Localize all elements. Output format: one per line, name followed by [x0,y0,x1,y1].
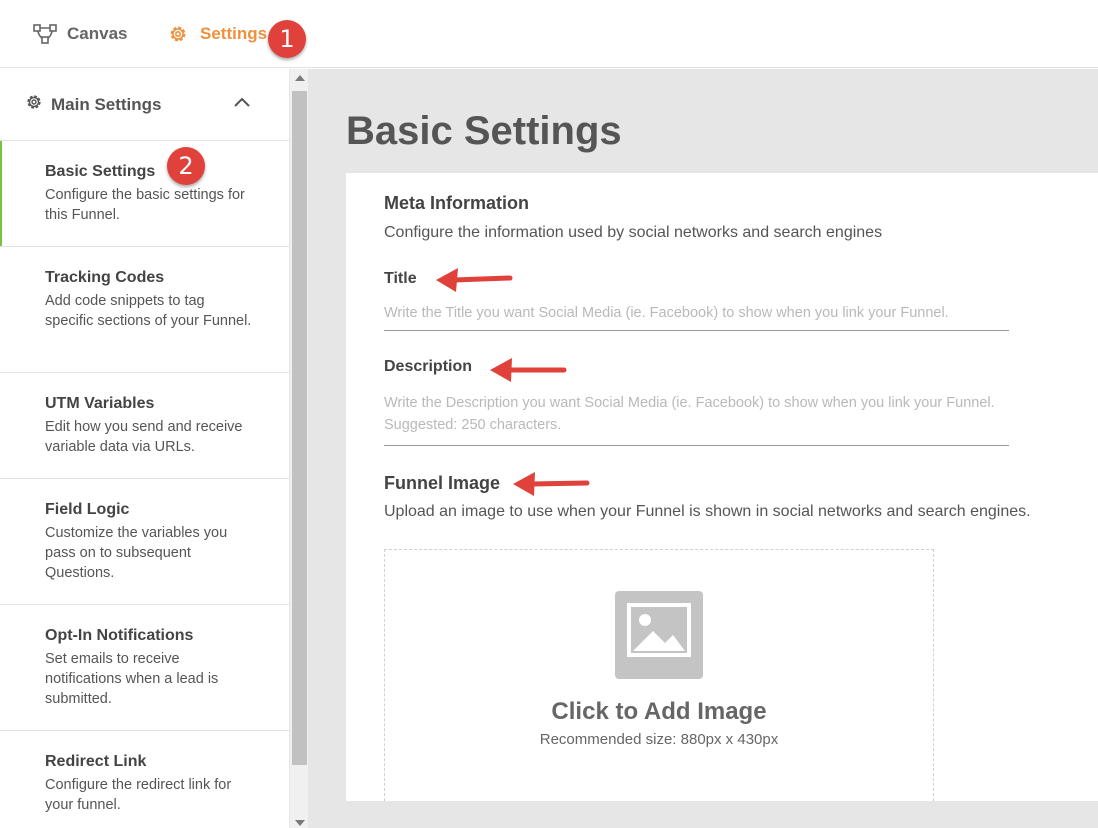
scrollbar-thumb[interactable] [292,91,307,765]
funnel-image-title: Funnel Image [384,473,501,493]
tab-settings-label: Settings [200,24,268,43]
sidebar-item-desc: Customize the variables you pass on to s… [45,525,228,581]
tab-canvas-label: Canvas [67,24,128,43]
sidebar-item-title: Basic Settings [45,163,156,180]
sidebar-item-desc: Add code snippets to tag specific sectio… [45,293,252,329]
image-placeholder-icon [615,591,703,679]
sidebar-item-desc: Configure the basic settings for this Fu… [45,187,245,223]
scroll-down-arrow-icon[interactable] [295,820,305,826]
tab-canvas[interactable]: Canvas [33,20,127,48]
sidebar-item-title: Field Logic [45,501,130,518]
sidebar-header-main-settings[interactable]: Main Settings [0,69,289,141]
sidebar-scrollbar[interactable] [289,69,308,828]
sidebar-item-tracking-codes[interactable]: Tracking Codes Add code snippets to tag … [0,247,289,373]
meta-information-title: Meta Information [384,193,530,213]
sidebar-item-redirect-link[interactable]: Redirect Link Configure the redirect lin… [0,731,289,828]
main-content: Basic Settings Meta Information Configur… [308,69,1098,828]
scroll-up-arrow-icon[interactable] [295,75,305,81]
sidebar-item-opt-in-notifications[interactable]: Opt-In Notifications Set emails to recei… [0,605,289,731]
step-badge-2: 2 [167,147,205,185]
sidebar-item-title: Opt-In Notifications [45,627,194,644]
sidebar: Main Settings Basic Settings Configure t… [0,69,289,828]
gear-icon [166,22,190,46]
annotation-arrow-icon [490,358,567,382]
sidebar-item-desc: Configure the redirect link for your fun… [45,777,232,813]
annotation-arrow-icon [436,268,513,292]
meta-information-desc: Configure the information used by social… [384,224,883,241]
funnel-image-desc: Upload an image to use when your Funnel … [384,503,1031,520]
add-image-button[interactable]: Click to Add Image [385,698,933,726]
sidebar-item-desc: Edit how you send and receive variable d… [45,419,243,455]
annotation-arrow-icon [513,472,590,496]
sidebar-item-utm-variables[interactable]: UTM Variables Edit how you send and rece… [0,373,289,479]
sidebar-item-title: UTM Variables [45,395,155,412]
canvas-icon [33,22,57,46]
chevron-up-icon[interactable] [233,95,251,113]
title-input[interactable]: Write the Title you want Social Media (i… [384,302,1009,331]
sidebar-header-label: Main Settings [51,94,162,114]
title-field-label: Title [384,270,417,287]
image-upload-area[interactable]: Click to Add Image Recommended size: 880… [384,549,934,801]
sidebar-item-field-logic[interactable]: Field Logic Customize the variables you … [0,479,289,605]
sidebar-item-desc: Set emails to receive notifications when… [45,651,219,707]
page-title: Basic Settings [346,109,622,153]
sidebar-item-title: Tracking Codes [45,269,165,286]
gear-icon [25,93,43,116]
sidebar-item-title: Redirect Link [45,753,147,770]
recommended-size-hint: Recommended size: 880px x 430px [539,731,779,748]
top-navigation: Canvas Settings 1 [0,0,1098,68]
description-input[interactable]: Write the Description you want Social Me… [384,392,1009,446]
step-badge-1: 1 [268,20,306,58]
sidebar-item-basic-settings[interactable]: Basic Settings Configure the basic setti… [0,141,289,247]
tab-settings[interactable]: Settings [166,20,267,48]
description-field-label: Description [384,358,473,375]
